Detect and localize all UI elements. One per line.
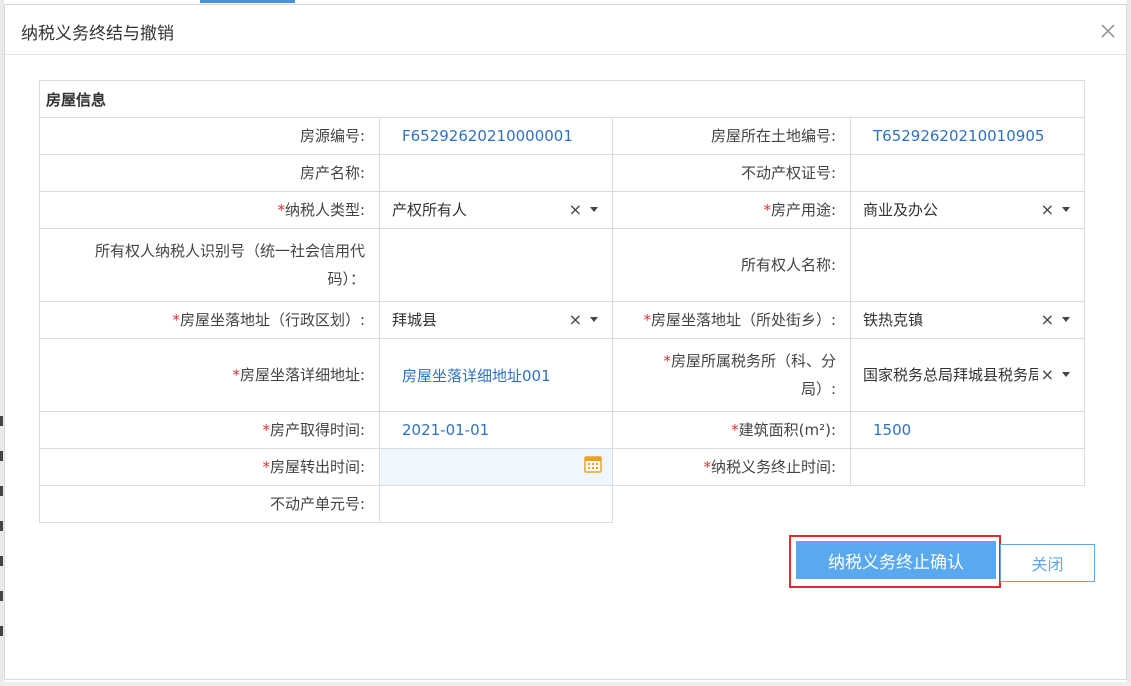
taxpayer-type-label-cell: *纳税人类型: [39,191,380,229]
acquire-date-value: 2021-01-01 [379,411,613,449]
chevron-down-icon[interactable] [590,207,598,212]
taxpayer-type-select[interactable]: 产权所有人 × [379,191,613,229]
property-use-select[interactable]: 商业及办公 × [850,191,1085,229]
required-mark: * [262,458,270,476]
required-mark: * [172,311,180,329]
cert-no-label: 不动产权证号: [612,154,851,192]
dialog-title: 纳税义务终结与撤销 [21,24,174,44]
dialog-header: 纳税义务终结与撤销 [5,5,1126,55]
house-source-no-value: F65292620210000001 [379,117,613,155]
house-source-no-label: 房源编号: [39,117,380,155]
cert-no-value [850,154,1085,192]
property-use-label-cell: *房产用途: [612,191,851,229]
address-district-label-cell: *房屋坐落地址（行政区划）: [39,301,380,339]
highlight-box [789,535,1001,588]
close-icon[interactable] [1096,19,1120,43]
required-mark: * [703,458,711,476]
unit-no-value [379,485,613,523]
acquire-date-label-cell: *房产取得时间: [39,411,380,449]
taxpayer-type-value: 产权所有人 [392,201,468,219]
required-mark: * [763,201,771,219]
required-mark: * [262,421,270,439]
land-no-label: 房屋所在土地编号: [612,117,851,155]
tax-end-date-label: 纳税义务终止时间: [710,458,836,476]
address-street-label-cell: *房屋坐落地址（所处街乡）: [612,301,851,339]
background-tick [0,451,3,461]
chevron-down-icon[interactable] [1062,372,1070,377]
owner-taxpayer-id-value [379,228,613,302]
taxpayer-type-label: 纳税人类型: [284,201,365,219]
transfer-date-input[interactable] [379,448,613,486]
owner-taxpayer-id-label: 所有权人纳税人识别号（统一社会信用代码）： [39,228,380,302]
tax-office-value: 国家税务总局拜城县税务局 [863,366,1038,384]
required-mark: * [643,311,651,329]
tax-office-label: 房屋所属税务所（科、分局）: [670,352,836,398]
background-tick [0,626,3,636]
clear-icon[interactable]: × [1041,310,1054,329]
background-tick [0,521,3,531]
address-street-select[interactable]: 铁热克镇 × [850,301,1085,339]
calendar-icon[interactable] [584,455,602,473]
building-area-label: 建筑面积(m²): [738,421,836,439]
background-right-edge [1127,0,1131,686]
address-detail-label: 房屋坐落详细地址: [239,366,365,384]
tax-office-select[interactable]: 国家税务总局拜城县税务局 × [850,338,1085,412]
property-use-value: 商业及办公 [863,201,939,219]
background-tick [0,416,3,426]
address-detail-label-cell: *房屋坐落详细地址: [39,338,380,412]
required-mark: * [663,352,671,370]
building-area-value: 1500 [850,411,1085,449]
owner-name-value [850,228,1085,302]
required-mark: * [731,421,739,439]
address-street-value: 铁热克镇 [863,311,924,329]
background-bottom-strip [0,682,1131,686]
tax-end-date-value [850,448,1085,486]
transfer-date-label-cell: *房屋转出时间: [39,448,380,486]
background-tick [0,486,3,496]
address-detail-value: 房屋坐落详细地址001 [379,338,613,412]
owner-name-label: 所有权人名称: [612,228,851,302]
unit-no-label: 不动产单元号: [39,485,380,523]
background-tick [0,556,3,566]
required-mark: * [232,366,240,384]
chevron-down-icon[interactable] [1062,317,1070,322]
tax-end-date-label-cell: *纳税义务终止时间: [612,448,851,486]
empty-cell [613,486,851,523]
section-title: 房屋信息 [39,80,1085,118]
chevron-down-icon[interactable] [1062,207,1070,212]
building-area-label-cell: *建筑面积(m²): [612,411,851,449]
address-district-value: 拜城县 [392,311,438,329]
land-no-value: T65292620210010905 [850,117,1085,155]
property-use-label: 房产用途: [770,201,836,219]
property-name-value [379,154,613,192]
clear-icon[interactable]: × [569,310,582,329]
clear-icon[interactable]: × [1041,200,1054,219]
property-name-label: 房产名称: [39,154,380,192]
required-mark: * [277,201,285,219]
clear-icon[interactable]: × [1041,365,1054,384]
transfer-date-label: 房屋转出时间: [269,458,365,476]
background-tab-indicator [200,0,295,3]
background-tick [0,591,3,601]
clear-icon[interactable]: × [569,200,582,219]
address-street-label: 房屋坐落地址（所处街乡）: [650,311,836,329]
chevron-down-icon[interactable] [590,317,598,322]
address-district-select[interactable]: 拜城县 × [379,301,613,339]
tax-office-label-cell: *房屋所属税务所（科、分局）: [612,338,851,412]
address-district-label: 房屋坐落地址（行政区划）: [179,311,365,329]
close-button[interactable]: 关闭 [1000,544,1095,582]
empty-cell [851,486,1085,523]
acquire-date-label: 房产取得时间: [269,421,365,439]
house-info-form: 房屋信息 房源编号: F65292620210000001 房屋所在土地编号: … [39,80,1085,523]
